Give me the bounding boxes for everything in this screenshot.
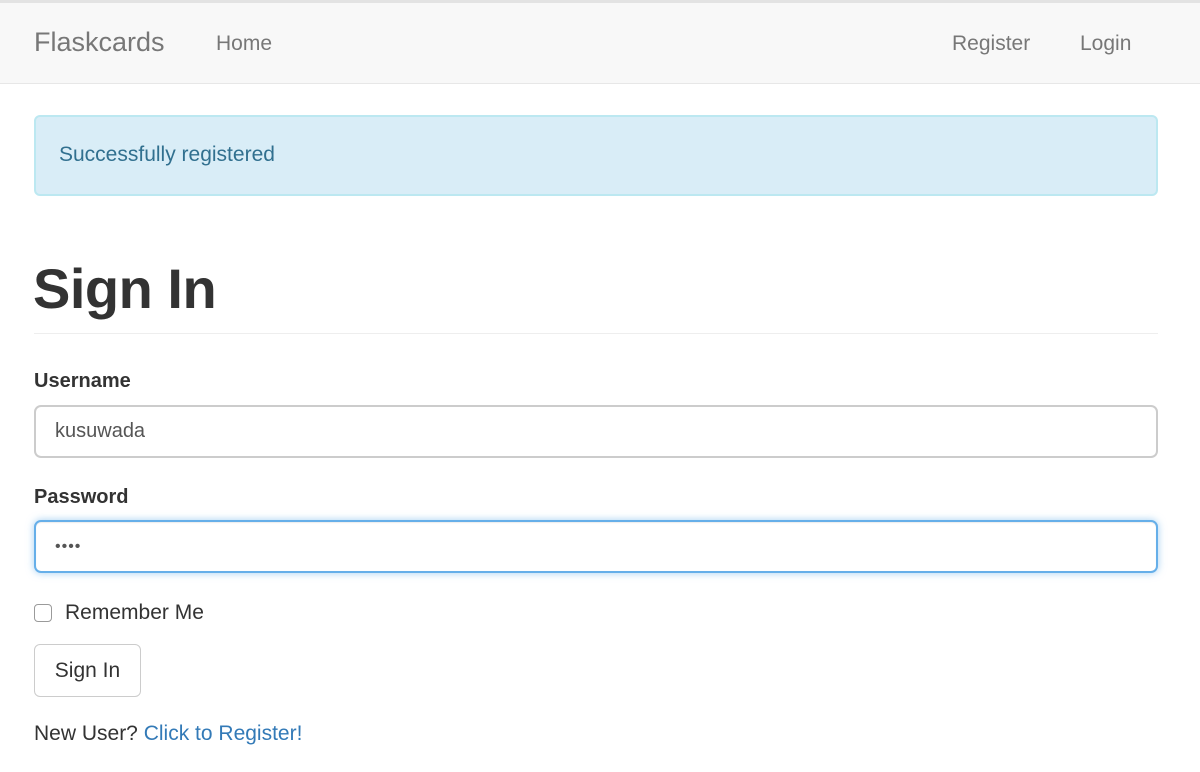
password-label: Password [34, 486, 129, 508]
top-navbar: Flaskcards Home Register Login [0, 0, 1200, 84]
password-input[interactable] [34, 520, 1158, 573]
remember-me-option[interactable]: Remember Me [34, 600, 204, 626]
brand-link[interactable]: Flaskcards [34, 27, 165, 58]
nav-register-link[interactable]: Register [952, 32, 1030, 56]
title-divider [34, 333, 1158, 334]
nav-home-link[interactable]: Home [216, 32, 272, 56]
remember-me-label: Remember Me [65, 601, 204, 624]
new-user-prompt: New User? Click to Register! [34, 722, 302, 746]
page-title: Sign In [33, 257, 217, 320]
new-user-text: New User? [34, 722, 138, 745]
register-link[interactable]: Click to Register! [144, 722, 303, 745]
success-alert: Successfully registered [34, 115, 1158, 196]
nav-login-link[interactable]: Login [1080, 32, 1131, 56]
username-input[interactable] [34, 405, 1158, 458]
sign-in-button[interactable]: Sign In [34, 644, 141, 697]
remember-me-checkbox[interactable] [34, 604, 52, 622]
username-label: Username [34, 370, 131, 392]
